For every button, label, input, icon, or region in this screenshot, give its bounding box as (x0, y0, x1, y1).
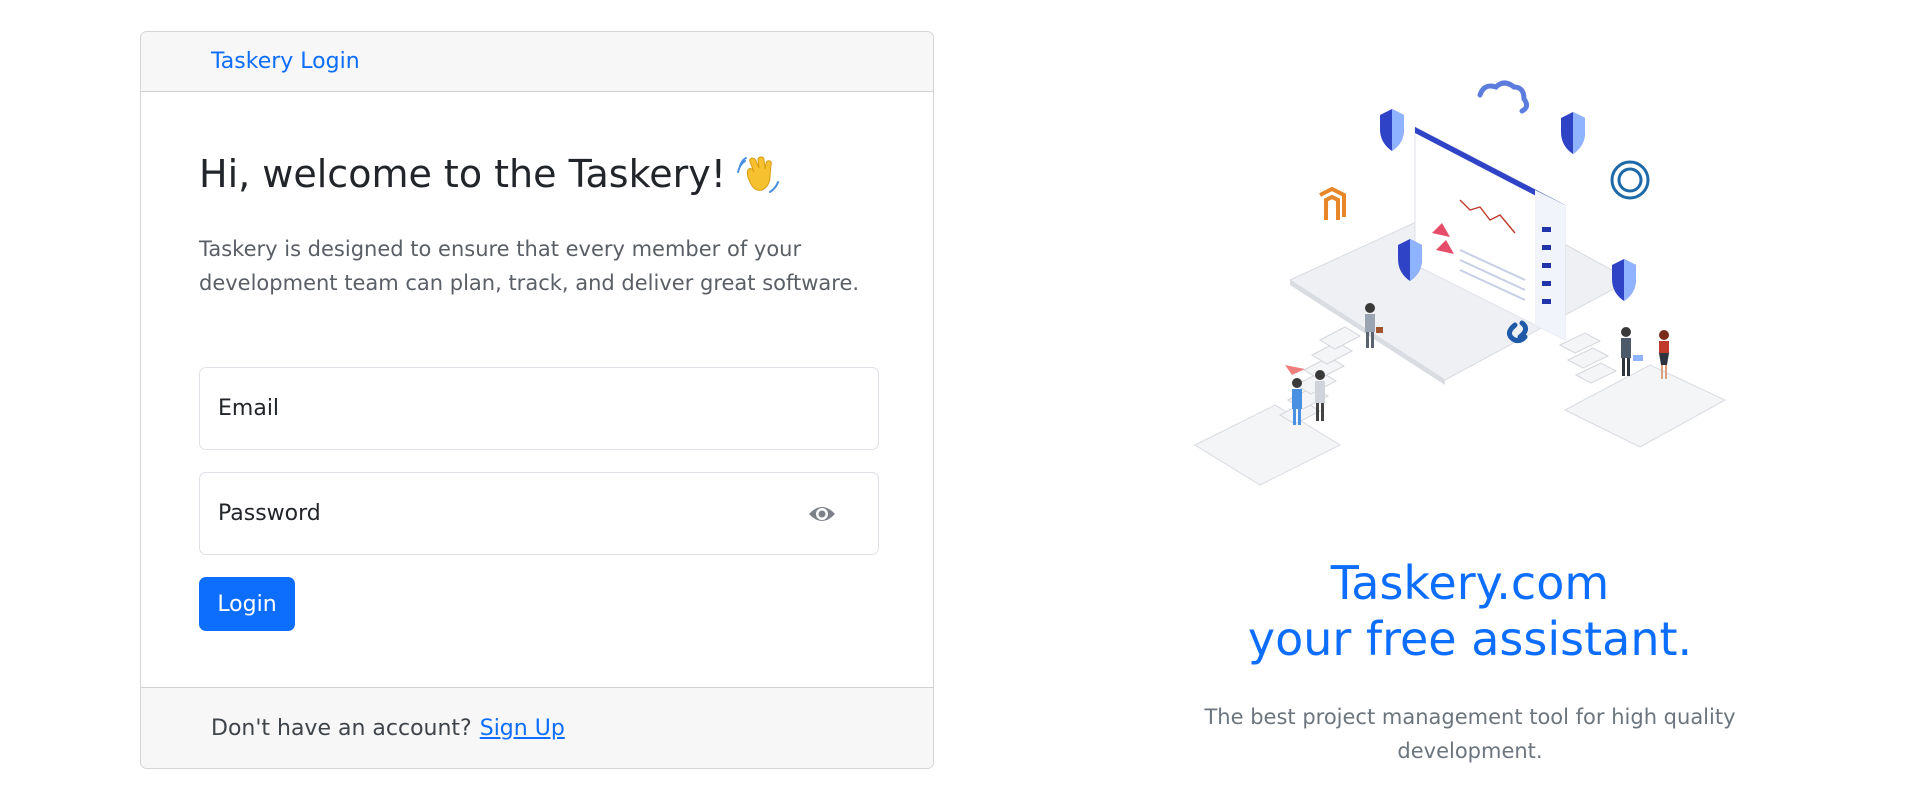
eye-icon[interactable] (808, 503, 836, 525)
intro-text: Taskery is designed to ensure that every… (199, 237, 860, 295)
waving-hand-icon (736, 156, 779, 193)
card-body: Hi, welcome to the Taskery! Taskery is d… (141, 92, 933, 689)
taskery-login-link[interactable]: Taskery Login (211, 49, 360, 74)
password-input[interactable] (200, 473, 878, 554)
welcome-heading: Hi, welcome to the Taskery! (199, 152, 780, 196)
tagline-line-1: Taskery.com (1330, 556, 1610, 610)
promo-subtext: The best project management tool for hig… (1204, 705, 1736, 763)
email-field[interactable] (199, 367, 879, 450)
welcome-title: Hi, welcome to the Taskery! (199, 152, 726, 196)
sign-up-link[interactable]: Sign Up (480, 716, 565, 741)
card-footer: Don't have an account? Sign Up (141, 687, 933, 768)
login-button[interactable]: Login (199, 577, 295, 631)
login-card: Taskery Login Hi, welcome to the Taskery… (140, 31, 934, 769)
password-field[interactable] (199, 472, 879, 555)
tagline-line-2: your free assistant. (1247, 612, 1693, 666)
footer-text: Don't have an account? (211, 715, 472, 741)
card-header: Taskery Login (141, 32, 933, 92)
login-page: Taskery Login Hi, welcome to the Taskery… (0, 0, 1920, 795)
promo-tagline: Taskery.com your free assistant. (1200, 555, 1740, 667)
email-input[interactable] (200, 368, 878, 449)
isometric-illustration (1193, 80, 1727, 486)
